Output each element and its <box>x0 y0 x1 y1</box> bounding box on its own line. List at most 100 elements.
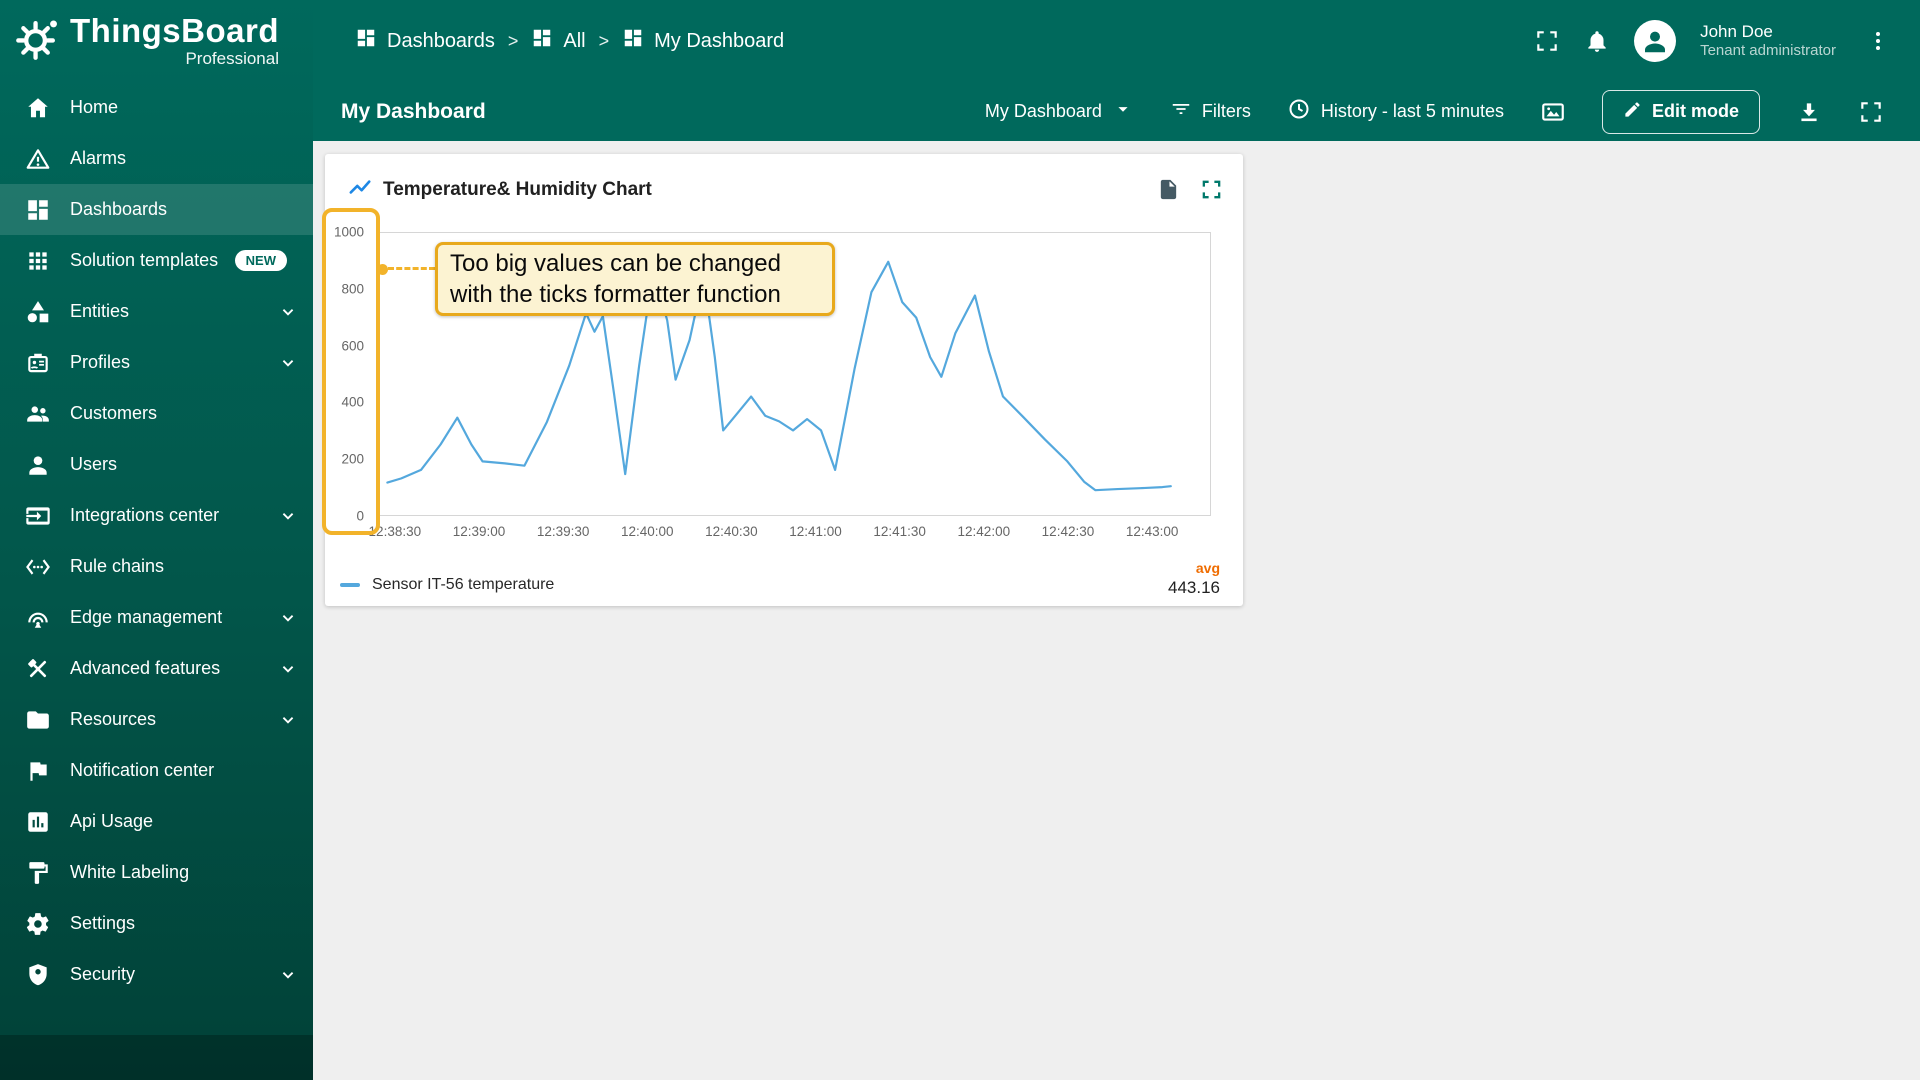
chart-widget: Temperature& Humidity Chart 0 200 400 600 80… <box>322 154 1243 606</box>
fullscreen-icon[interactable] <box>1534 28 1560 54</box>
filter-icon <box>1170 98 1192 125</box>
gear-icon <box>24 910 51 937</box>
breadcrumb-my-dashboard[interactable]: My Dashboard <box>622 27 784 55</box>
avg-label: avg <box>1195 560 1220 576</box>
avatar[interactable] <box>1634 20 1677 62</box>
home-icon <box>24 94 51 121</box>
edit-mode-button[interactable]: Edit mode <box>1601 89 1760 134</box>
history-button[interactable]: History - last 5 minutes <box>1287 97 1504 126</box>
legend-aggregation: avg 443.16 <box>1168 560 1220 598</box>
notifications-bell-icon[interactable] <box>1584 28 1610 54</box>
topbar: Dashboards > All > My Dashboard John Doe… <box>313 0 1920 141</box>
breadcrumb-all[interactable]: All <box>531 27 586 55</box>
shield-icon <box>24 961 51 988</box>
dashboards-icon <box>24 196 51 223</box>
thingsboard-logo[interactable]: ThingsBoard Professional <box>0 0 313 82</box>
sidebar-item-dashboards[interactable]: Dashboards <box>0 184 313 235</box>
filters-button[interactable]: Filters <box>1170 98 1251 125</box>
sidebar-item-label: Security <box>70 964 136 984</box>
dashboards-icon <box>355 27 377 55</box>
dashboards-icon <box>622 27 644 55</box>
sidebar-item-resources[interactable]: Resources <box>0 694 313 745</box>
filters-label: Filters <box>1201 101 1251 121</box>
breadcrumb-separator: > <box>598 30 610 51</box>
sidebar-item-solution-templates[interactable]: Solution templates NEW <box>0 235 313 286</box>
sidebar-item-profiles[interactable]: Profiles <box>0 337 313 388</box>
sidebar-item-home[interactable]: Home <box>0 82 313 133</box>
sidebar-item-label: Rule chains <box>70 556 165 576</box>
sidebar-item-label: Api Usage <box>70 811 154 831</box>
sidebar-item-label: Notification center <box>70 760 215 780</box>
chevron-down-icon <box>277 505 299 527</box>
integrations-icon <box>24 502 51 529</box>
legend-item[interactable]: Sensor IT-56 temperature <box>340 576 554 594</box>
chart-box-icon <box>24 808 51 835</box>
breadcrumb-dashboards[interactable]: Dashboards <box>355 27 495 55</box>
header-row: Dashboards > All > My Dashboard John Doe… <box>313 0 1920 82</box>
chevron-down-icon <box>277 607 299 629</box>
dashboard-select[interactable]: My Dashboard <box>985 98 1134 125</box>
annotation-text-line2: with the ticks formatter function <box>450 281 781 308</box>
sidebar-item-entities[interactable]: Entities <box>0 286 313 337</box>
dashboard-image-button[interactable] <box>1540 99 1566 125</box>
sidebar-item-label: Home <box>70 97 119 117</box>
thingsboard-app: ThingsBoard Professional Home Alarms Das… <box>0 0 1920 1080</box>
chevron-down-icon <box>277 658 299 680</box>
sidebar-item-label: Users <box>70 454 118 474</box>
breadcrumb-label: Dashboards <box>387 29 495 52</box>
brand-edition: Professional <box>185 48 279 68</box>
sidebar-item-api-usage[interactable]: Api Usage <box>0 796 313 847</box>
sidebar-item-settings[interactable]: Settings <box>0 898 313 949</box>
folder-icon <box>24 706 51 733</box>
sidebar-item-notification-center[interactable]: Notification center <box>0 745 313 796</box>
sidebar-item-label: Solution templates <box>70 250 219 270</box>
kebab-menu-icon[interactable] <box>1866 29 1890 53</box>
annotation-callout: Too big values can be changed with the t… <box>435 242 835 316</box>
edit-mode-label: Edit mode <box>1651 101 1739 121</box>
sidebar: ThingsBoard Professional Home Alarms Das… <box>0 0 313 1080</box>
breadcrumb-label: All <box>563 29 586 52</box>
chart-x-axis: 12:38:30 12:39:00 12:39:30 12:40:00 12:40:30… <box>368 524 1179 539</box>
caret-down-icon <box>1112 98 1134 125</box>
user-name: John Doe <box>1700 22 1773 41</box>
sidebar-item-edge-management[interactable]: Edge management <box>0 592 313 643</box>
download-icon[interactable] <box>1796 99 1822 125</box>
sidebar-item-advanced-features[interactable]: Advanced features <box>0 643 313 694</box>
toolbar-fullscreen-icon[interactable] <box>1858 99 1884 125</box>
user-role: Tenant administrator <box>1700 42 1836 60</box>
warning-icon <box>24 145 51 172</box>
sidebar-item-label: Settings <box>70 913 136 933</box>
sidebar-item-customers[interactable]: Customers <box>0 388 313 439</box>
export-data-icon[interactable] <box>1157 178 1180 201</box>
legend-series-name: Sensor IT-56 temperature <box>372 576 555 593</box>
sidebar-item-label: Entities <box>70 301 130 321</box>
flag-icon <box>24 757 51 784</box>
user-icon <box>24 451 51 478</box>
widget-fullscreen-icon[interactable] <box>1200 178 1223 201</box>
sidebar-item-label: Profiles <box>70 352 131 372</box>
new-badge: NEW <box>234 250 287 271</box>
sidebar-item-label: Edge management <box>70 607 223 627</box>
legend-line-marker <box>340 583 360 587</box>
sidebar-item-label: White Labeling <box>70 862 190 882</box>
annotation-connector <box>388 267 435 270</box>
breadcrumb-label: My Dashboard <box>654 29 785 52</box>
profiles-icon <box>24 349 51 376</box>
sidebar-item-rule-chains[interactable]: Rule chains <box>0 541 313 592</box>
sidebar-item-security[interactable]: Security <box>0 949 313 1000</box>
line-chart-icon <box>347 174 373 205</box>
chevron-down-icon <box>277 709 299 731</box>
sidebar-item-alarms[interactable]: Alarms <box>0 133 313 184</box>
sidebar-item-white-labeling[interactable]: White Labeling <box>0 847 313 898</box>
annotation-dot <box>377 264 388 275</box>
sidebar-item-label: Resources <box>70 709 157 729</box>
sidebar-item-label: Alarms <box>70 148 127 168</box>
sidebar-footer <box>0 1035 313 1080</box>
entities-icon <box>24 298 51 325</box>
sidebar-item-integrations-center[interactable]: Integrations center <box>0 490 313 541</box>
brand-name: ThingsBoard <box>70 11 279 49</box>
page-title: My Dashboard <box>341 99 486 123</box>
sidebar-item-users[interactable]: Users <box>0 439 313 490</box>
gear-logo-icon <box>14 16 60 67</box>
dashboard-select-value: My Dashboard <box>984 101 1102 121</box>
